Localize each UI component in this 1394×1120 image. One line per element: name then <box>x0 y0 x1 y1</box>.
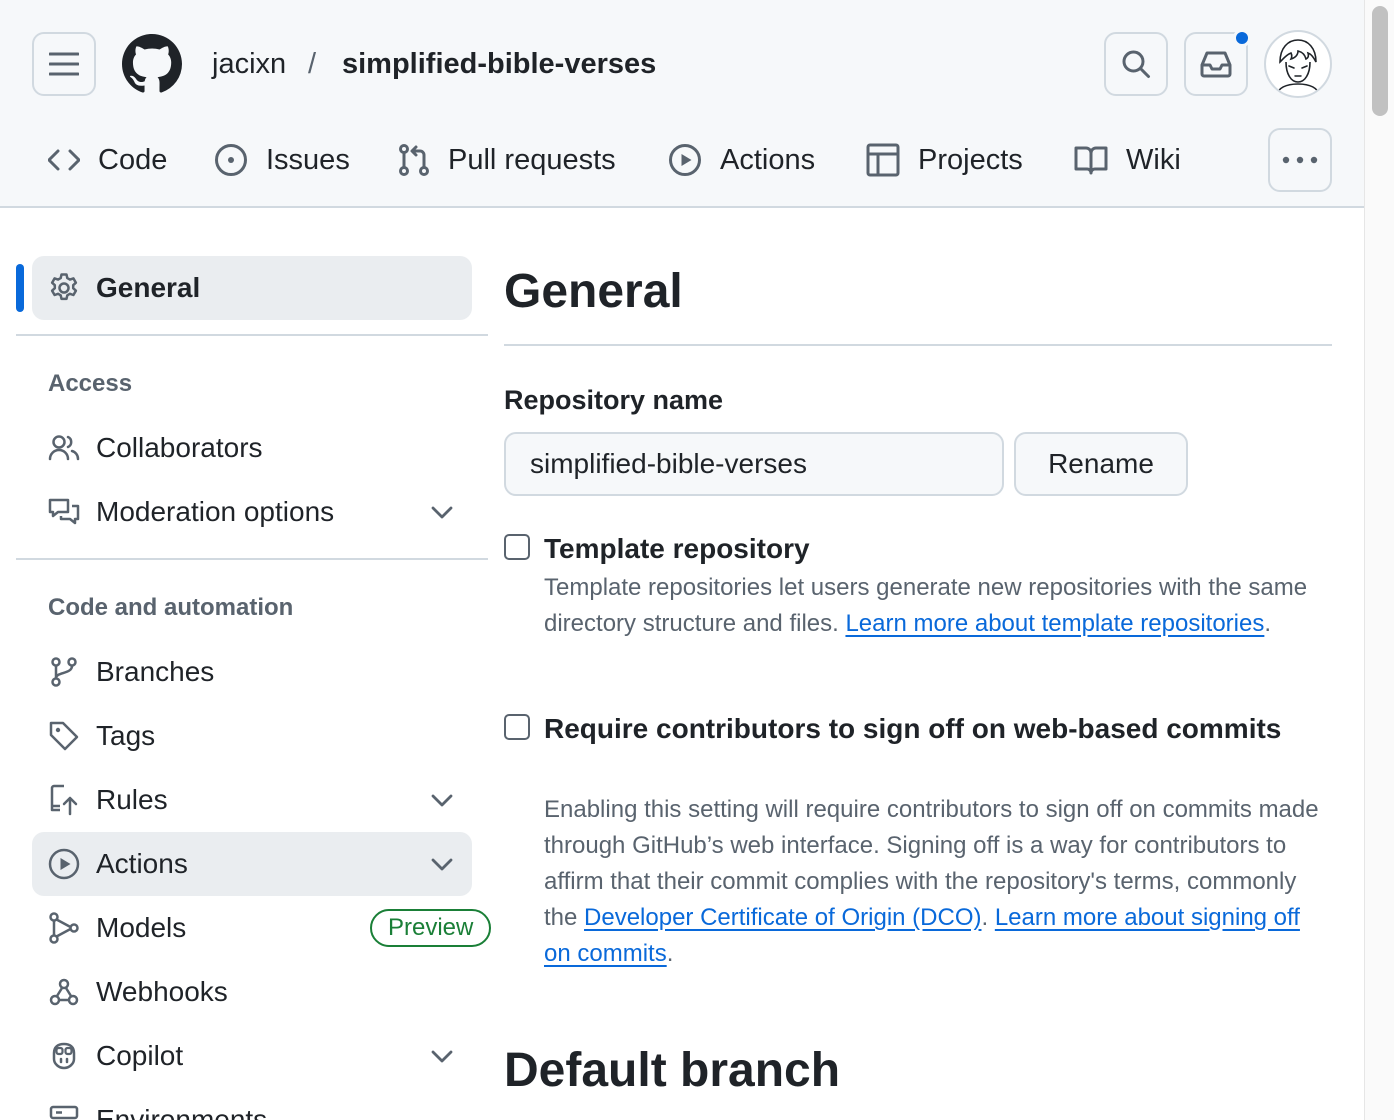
repo-push-icon <box>50 784 78 816</box>
chevron-down-icon[interactable] <box>428 498 456 526</box>
tab-pull-requests[interactable]: Pull requests <box>398 128 616 192</box>
kebab-horizontal-icon <box>1282 156 1318 164</box>
title-divider <box>504 344 1332 346</box>
tab-label: Pull requests <box>448 143 616 176</box>
signoff-description: Enabling this setting will require contr… <box>544 796 1319 967</box>
server-icon <box>49 1105 79 1120</box>
github-logo-icon[interactable] <box>122 34 182 94</box>
tab-code[interactable]: Code <box>48 128 167 192</box>
issue-icon <box>215 144 247 176</box>
tab-issues[interactable]: Issues <box>214 128 350 192</box>
scrollbar[interactable] <box>1364 0 1394 1120</box>
dco-link[interactable]: Developer Certificate of Origin (DCO) <box>584 904 981 931</box>
sidebar-item-branches[interactable]: Branches <box>32 640 472 704</box>
sidebar-item-actions[interactable]: Actions <box>32 832 472 896</box>
book-icon <box>1074 146 1108 175</box>
sidebar-item-rules[interactable]: Rules <box>32 768 472 832</box>
sidebar-item-label: Copilot <box>96 1040 184 1071</box>
tab-label: Code <box>98 143 168 176</box>
chevron-down-icon[interactable] <box>428 1042 456 1070</box>
avatar[interactable] <box>1264 30 1332 98</box>
signoff-checkbox[interactable] <box>504 714 530 740</box>
search-button[interactable] <box>1104 32 1168 96</box>
menu-button[interactable] <box>32 32 96 96</box>
table-icon <box>866 143 900 177</box>
tab-label: Wiki <box>1126 143 1181 176</box>
avatar-image <box>1275 39 1321 96</box>
sidebar-item-label: General <box>96 272 201 303</box>
workflow-icon <box>49 912 79 944</box>
repository-name-label: Repository name <box>504 385 724 415</box>
gear-icon <box>50 273 78 301</box>
sidebar-item-collaborators[interactable]: Collaborators <box>32 416 472 480</box>
comment-discussion-icon <box>48 498 80 525</box>
template-repository-description: Template repositories let users generate… <box>544 574 1308 637</box>
sidebar-item-label: Moderation options <box>96 496 335 527</box>
sidebar-heading-access: Access <box>48 370 133 397</box>
hamburger-icon <box>49 52 79 76</box>
sidebar-divider <box>16 558 488 560</box>
page-title: General <box>504 265 683 318</box>
breadcrumb-owner[interactable]: jacixn <box>212 44 286 84</box>
sidebar-item-general[interactable]: General <box>32 256 472 320</box>
tab-wiki[interactable]: Wiki <box>1074 128 1181 192</box>
chevron-down-icon[interactable] <box>428 786 456 814</box>
repo-header: jacixn / simplified-bible-verses Code Is… <box>0 0 1364 208</box>
repo-tabs: Code Issues Pull requests Actions Projec… <box>0 128 1364 192</box>
default-branch-heading: Default branch <box>504 1044 841 1097</box>
inbox-icon <box>1200 51 1232 78</box>
tab-label: Issues <box>266 143 350 176</box>
sidebar-divider <box>16 334 488 336</box>
sidebar-heading-code-automation: Code and automation <box>48 594 294 621</box>
sidebar-item-webhooks[interactable]: Webhooks <box>32 960 472 1024</box>
webhook-icon <box>49 978 79 1006</box>
preview-badge: Preview <box>370 909 492 947</box>
sidebar-item-label: Tags <box>96 720 156 751</box>
sidebar-item-label: Environments <box>96 1104 268 1120</box>
tab-projects[interactable]: Projects <box>866 128 1023 192</box>
signoff-label[interactable]: Require contributors to sign off on web-… <box>544 710 1281 748</box>
more-tabs-button[interactable] <box>1268 128 1332 192</box>
code-icon <box>48 149 80 171</box>
template-repository-checkbox[interactable] <box>504 534 530 560</box>
tab-label: Projects <box>918 143 1023 176</box>
sidebar-item-copilot[interactable]: Copilot <box>32 1024 472 1088</box>
tag-icon <box>49 721 79 751</box>
chevron-down-icon[interactable] <box>428 850 456 878</box>
scrollbar-thumb[interactable] <box>1372 6 1388 116</box>
play-icon <box>48 848 80 880</box>
search-icon <box>1122 50 1150 78</box>
pull-request-icon <box>399 144 429 176</box>
sidebar-item-label: Webhooks <box>96 976 228 1007</box>
breadcrumb-repo[interactable]: simplified-bible-verses <box>342 44 656 84</box>
sidebar-item-models[interactable]: Models Preview <box>32 896 492 960</box>
sidebar-item-label: Rules <box>96 784 168 815</box>
tab-label: Actions <box>720 143 816 176</box>
rename-button[interactable]: Rename <box>1014 432 1188 496</box>
people-icon <box>48 435 80 461</box>
sidebar-item-label: Models <box>96 912 187 943</box>
template-learn-more-link[interactable]: Learn more about template repositories <box>845 610 1264 637</box>
play-icon <box>669 144 701 176</box>
sidebar-item-tags[interactable]: Tags <box>32 704 472 768</box>
sidebar-item-environments[interactable]: Environments <box>32 1088 472 1120</box>
template-repository-label[interactable]: Template repository <box>544 530 810 568</box>
notification-dot <box>1233 29 1251 47</box>
settings-sidebar: General Access Collaborators Moderation … <box>0 208 492 1120</box>
sidebar-item-label: Actions <box>96 848 188 879</box>
repository-name-input[interactable] <box>504 432 1004 496</box>
sidebar-item-label: Collaborators <box>96 432 263 463</box>
copilot-icon <box>52 1042 76 1070</box>
breadcrumb-separator: / <box>308 48 317 80</box>
sidebar-item-moderation-options[interactable]: Moderation options <box>32 480 472 544</box>
tab-actions[interactable]: Actions <box>668 128 815 192</box>
sidebar-item-label: Branches <box>96 656 215 687</box>
git-branch-icon <box>51 657 77 687</box>
active-indicator <box>16 264 24 312</box>
